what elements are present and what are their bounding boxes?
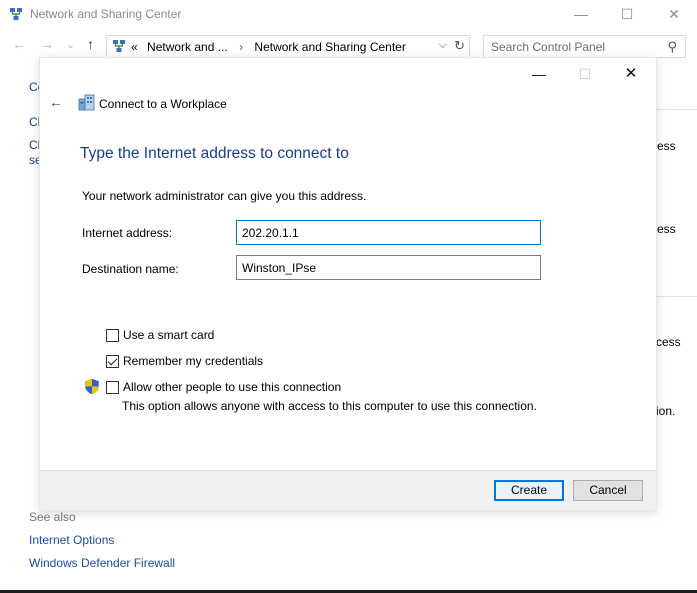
breadcrumb-item-sharing-center[interactable]: Network and Sharing Center: [254, 40, 405, 54]
right-text-fragment: ion.: [656, 404, 676, 418]
dialog-title: Type the Internet address to connect to: [80, 145, 349, 162]
bg-minimize-button[interactable]: —: [558, 0, 604, 28]
breadcrumb-item-network[interactable]: Network and ...: [147, 40, 228, 54]
right-text-fragment: ess: [657, 222, 676, 236]
vpn-workplace-icon: [78, 94, 95, 111]
smart-card-option[interactable]: Use a smart card: [106, 327, 214, 343]
see-also-heading: See also: [29, 510, 76, 524]
divider: [655, 296, 697, 297]
bg-titlebar: Network and Sharing Center — ☐ ✕: [0, 0, 697, 28]
refresh-icon[interactable]: ↻: [454, 38, 465, 54]
back-arrow-icon[interactable]: ←: [49, 94, 63, 110]
bg-window-title: Network and Sharing Center: [30, 7, 182, 21]
dialog-close-button[interactable]: ✕: [608, 62, 654, 86]
cancel-button[interactable]: Cancel: [573, 480, 643, 501]
bg-close-button[interactable]: ✕: [651, 0, 697, 28]
smart-card-checkbox[interactable]: [106, 328, 119, 342]
allow-others-label[interactable]: Allow other people to use this connectio…: [123, 380, 341, 394]
back-arrow-icon[interactable]: ←: [12, 36, 26, 52]
internet-address-label: Internet address:: [82, 226, 173, 240]
search-icon[interactable]: ⚲: [667, 39, 677, 55]
dialog-footer: Create Cancel: [40, 470, 656, 510]
destination-name-input[interactable]: [236, 255, 541, 280]
dialog-description: Your network administrator can give you …: [82, 189, 367, 203]
chevron-down-icon[interactable]: ⌵: [439, 39, 447, 52]
network-icon: [10, 8, 22, 20]
allow-others-help-text: This option allows anyone with access to…: [122, 399, 537, 413]
recent-locations-icon[interactable]: ⌄: [66, 38, 75, 51]
allow-others-checkbox[interactable]: [106, 380, 119, 394]
bg-maximize-button[interactable]: ☐: [604, 0, 650, 28]
breadcrumb: « Network and ... › Network and Sharing …: [131, 40, 406, 54]
search-input[interactable]: [484, 36, 654, 57]
breadcrumb-separator[interactable]: ›: [239, 40, 243, 54]
address-bar[interactable]: « Network and ... › Network and Sharing …: [106, 35, 470, 58]
divider: [655, 109, 697, 110]
dialog-maximize-button: ☐: [578, 66, 592, 82]
shield-icon: [85, 378, 99, 395]
remember-credentials-label[interactable]: Remember my credentials: [123, 354, 263, 368]
right-text-fragment: cess: [656, 335, 681, 349]
right-text-fragment: ess: [657, 139, 676, 153]
smart-card-label[interactable]: Use a smart card: [123, 328, 214, 342]
allow-others-option[interactable]: Allow other people to use this connectio…: [106, 379, 341, 395]
search-box: ⚲: [483, 35, 686, 58]
remember-credentials-option[interactable]: Remember my credentials: [106, 353, 263, 369]
remember-credentials-checkbox[interactable]: [106, 354, 119, 368]
address-row: ← → ⌄ ↑ « Network and ... › Network and …: [0, 33, 697, 59]
internet-address-input[interactable]: [236, 220, 541, 245]
network-icon: [113, 40, 125, 52]
forward-arrow-icon[interactable]: →: [40, 36, 54, 52]
dialog-heading: Connect to a Workplace: [99, 97, 227, 111]
create-button[interactable]: Create: [494, 480, 564, 501]
windows-defender-firewall-link[interactable]: Windows Defender Firewall: [29, 556, 175, 570]
internet-options-link[interactable]: Internet Options: [29, 533, 114, 547]
dialog-minimize-button[interactable]: —: [516, 62, 562, 86]
up-arrow-icon[interactable]: ↑: [87, 36, 94, 52]
destination-name-label: Destination name:: [82, 262, 179, 276]
connect-workplace-dialog: — ☐ ✕ ← Connect to a Workplace Type the …: [40, 58, 656, 510]
breadcrumb-root[interactable]: «: [131, 40, 138, 54]
